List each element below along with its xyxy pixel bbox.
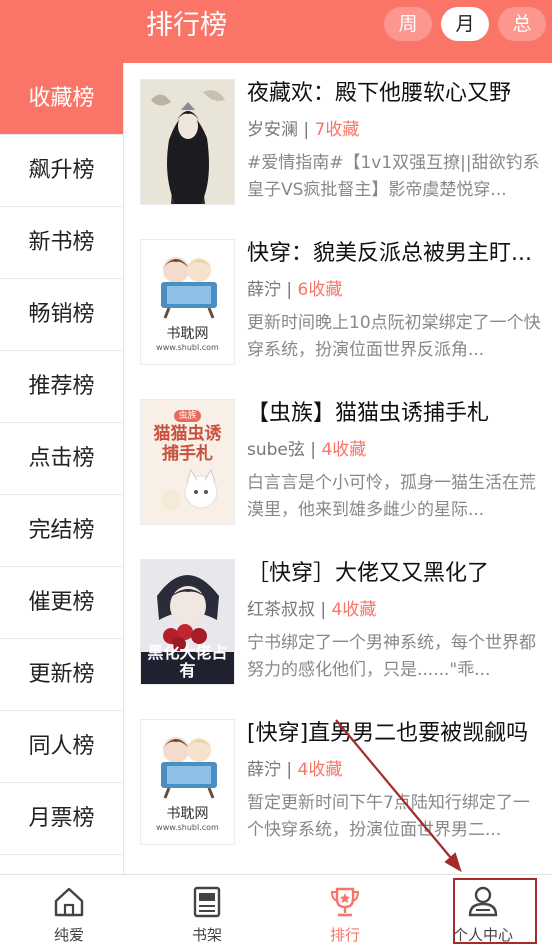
sidebar-item-bestseller[interactable]: 畅销榜	[0, 279, 123, 351]
cover-site-name: 书耽网	[166, 806, 209, 822]
book-list: 夜藏欢：殿下他腰软心又野 岁安澜 | 7收藏 #爱情指南#【1v1双强互撩||甜…	[124, 63, 552, 874]
book-item[interactable]: 虫族 猫猫虫诱捕手札 【虫族】猫猫虫诱捕手札 sube弦 | 4收藏 白言言是个…	[124, 383, 552, 543]
nav-tab-label: 个人中心	[452, 926, 513, 944]
book-cover[interactable]: 书耽网 www.shubl.com	[140, 239, 235, 365]
book-author[interactable]: 薛泞	[247, 280, 281, 300]
book-item[interactable]: 书耽网 www.shubl.com 快穿：貌美反派总被男主盯... 薛泞 | 6…	[124, 223, 552, 383]
nav-tab-bookshelf[interactable]: 书架	[138, 875, 276, 947]
book-meta: sube弦 | 4收藏	[247, 440, 367, 460]
book-meta: 薛泞 | 4收藏	[247, 760, 343, 780]
bottom-nav: 纯爱 书架 排行 个人中心	[0, 874, 552, 947]
book-author[interactable]: 薛泞	[247, 760, 281, 780]
sidebar-item-clicks[interactable]: 点击榜	[0, 423, 123, 495]
book-title[interactable]: [快穿]直男男二也要被觊觎吗	[247, 719, 547, 749]
book-title[interactable]: 夜藏欢：殿下他腰软心又野	[247, 79, 547, 109]
trophy-icon	[330, 887, 360, 917]
book-author[interactable]: 岁安澜	[247, 120, 298, 140]
book-cover[interactable]: 虫族 猫猫虫诱捕手札	[140, 399, 235, 525]
book-cover[interactable]: 黑化大佬占有	[140, 559, 235, 685]
sidebar-item-favorites[interactable]: 收藏榜	[0, 63, 123, 135]
book-description: 白言言是个小可怜，孤身一猫生活在荒漠里，他来到雄多雌少的星际...	[247, 473, 536, 520]
book-author[interactable]: 红茶叔叔	[247, 600, 315, 620]
book-title[interactable]: 快穿：貌美反派总被男主盯...	[247, 239, 547, 269]
nav-tab-label: 书架	[191, 926, 222, 944]
book-meta: 薛泞 | 6收藏	[247, 280, 343, 300]
book-favorites: 7收藏	[314, 120, 360, 140]
sidebar-item-fanfic[interactable]: 同人榜	[0, 711, 123, 783]
sidebar-item-completed[interactable]: 完结榜	[0, 495, 123, 567]
book-meta: 红茶叔叔 | 4收藏	[247, 600, 377, 620]
cover-site-url: www.shubl.com	[156, 823, 219, 832]
book-item[interactable]: 黑化大佬占有 ［快穿］大佬又又黑化了 红茶叔叔 | 4收藏 宁书绑定了一个男神系…	[124, 543, 552, 703]
book-favorites: 4收藏	[297, 760, 343, 780]
period-month-button[interactable]: 月	[441, 7, 489, 41]
book-title[interactable]: 【虫族】猫猫虫诱捕手札	[247, 399, 547, 429]
nav-tab-ranking[interactable]: 排行	[276, 875, 414, 947]
cover-title-art: 黑化大佬占有	[147, 643, 228, 680]
nav-tab-label: 纯爱	[53, 926, 84, 944]
sidebar-item-rising[interactable]: 飙升榜	[0, 135, 123, 207]
nav-tab-personal-center[interactable]: 个人中心	[414, 875, 552, 947]
ranking-sidebar: 收藏榜 飙升榜 新书榜 畅销榜 推荐榜 点击榜 完结榜 催更榜 更新榜 同人榜 …	[0, 63, 124, 874]
sidebar-item-recommended[interactable]: 推荐榜	[0, 351, 123, 423]
page-title: 排行榜	[146, 10, 227, 41]
book-description: #爱情指南#【1v1双强互撩||甜欲钓系皇子VS疯批督主】影帝虞楚悦穿...	[247, 153, 540, 200]
nav-tab-pure-love[interactable]: 纯爱	[0, 875, 138, 947]
cover-badge: 虫族	[174, 410, 201, 422]
sidebar-item-new[interactable]: 新书榜	[0, 207, 123, 279]
nav-tab-label: 排行	[329, 926, 360, 944]
book-cover[interactable]	[140, 79, 235, 205]
book-item[interactable]: 书耽网 www.shubl.com [快穿]直男男二也要被觊觎吗 薛泞 | 4收…	[124, 703, 552, 863]
book-favorites: 4收藏	[321, 440, 367, 460]
cover-title-art: 猫猫虫诱捕手札	[153, 424, 222, 464]
sidebar-item-monthly-ticket[interactable]: 月票榜	[0, 783, 123, 855]
book-favorites: 6收藏	[297, 280, 343, 300]
top-bar: 排行榜 周 月 总	[0, 0, 552, 63]
bookshelf-icon	[193, 886, 221, 918]
book-description: 暂定更新时间下午7点陆知行绑定了一个快穿系统，扮演位面世界男二...	[247, 793, 530, 840]
period-total-button[interactable]: 总	[498, 7, 546, 41]
home-icon	[54, 887, 84, 917]
book-description: 宁书绑定了一个男神系统，每个世界都努力的感化他们，只是......"乖...	[247, 633, 536, 680]
book-cover[interactable]: 书耽网 www.shubl.com	[140, 719, 235, 845]
book-favorites: 4收藏	[331, 600, 377, 620]
book-description: 更新时间晚上10点阮初棠绑定了一个快穿系统，扮演位面世界反派角...	[247, 313, 541, 360]
book-title[interactable]: ［快穿］大佬又又黑化了	[247, 559, 547, 589]
book-item[interactable]: 夜藏欢：殿下他腰软心又野 岁安澜 | 7收藏 #爱情指南#【1v1双强互撩||甜…	[124, 63, 552, 223]
cover-site-name: 书耽网	[166, 326, 209, 342]
user-icon	[468, 886, 498, 917]
period-week-button[interactable]: 周	[384, 7, 432, 41]
cover-site-url: www.shubl.com	[156, 343, 219, 352]
book-meta: 岁安澜 | 7收藏	[247, 120, 360, 140]
book-author[interactable]: sube弦	[247, 440, 305, 460]
sidebar-item-updated[interactable]: 更新榜	[0, 639, 123, 711]
sidebar-item-urge[interactable]: 催更榜	[0, 567, 123, 639]
